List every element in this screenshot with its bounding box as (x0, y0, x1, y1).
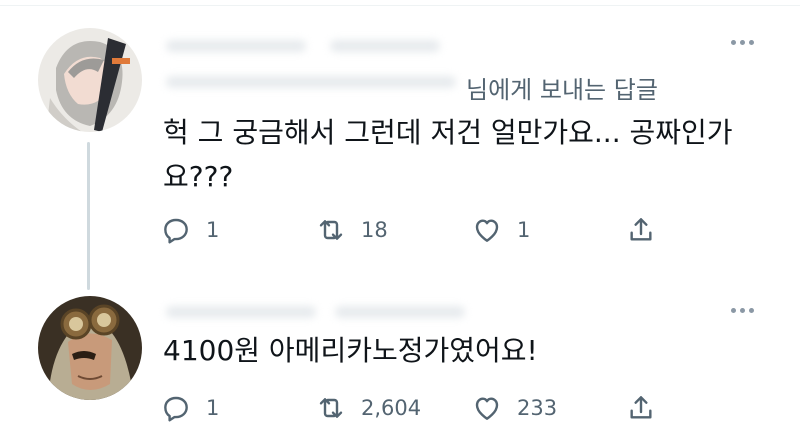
like-count: 233 (517, 396, 558, 420)
blurred-username (166, 306, 316, 318)
like-button[interactable]: 233 (471, 392, 557, 424)
reply-count: 1 (206, 396, 220, 420)
tweet-text: 4100원 아메리카노정가였어요! (163, 334, 538, 367)
more-icon[interactable] (731, 40, 754, 45)
top-divider (0, 5, 800, 6)
thread-line (87, 142, 90, 290)
blurred-username (166, 40, 306, 52)
avatar-image (38, 296, 142, 400)
avatar[interactable] (38, 28, 142, 132)
heart-icon (475, 219, 499, 242)
reply-icon (164, 396, 188, 422)
reply-icon (164, 218, 188, 244)
like-count: 1 (517, 218, 531, 242)
share-button[interactable] (625, 392, 657, 424)
blurred-handle (330, 40, 440, 52)
tweet-actions: 1 18 1 (160, 214, 760, 250)
avatar[interactable] (38, 296, 142, 400)
retweet-button[interactable]: 18 (315, 214, 388, 246)
retweet-count: 18 (361, 218, 388, 242)
retweet-icon (319, 398, 343, 418)
avatar-image (38, 28, 142, 132)
like-button[interactable]: 1 (471, 214, 530, 246)
retweet-icon (319, 220, 343, 240)
share-button[interactable] (625, 214, 657, 246)
reply-count: 1 (206, 218, 220, 242)
share-icon (630, 396, 652, 419)
tweet-text: 헉 그 궁금해서 그런데 저건 얼만가요... 공짜인가요??? (163, 116, 733, 193)
share-icon (630, 218, 652, 241)
more-icon[interactable] (731, 308, 754, 313)
blurred-reply-target (166, 76, 456, 88)
tweet-actions: 1 2,604 233 (160, 392, 760, 428)
reply-button[interactable]: 1 (160, 392, 219, 424)
retweet-count: 2,604 (361, 396, 422, 420)
reply-button[interactable]: 1 (160, 214, 219, 246)
replying-to-text: 님에게 보내는 답글 (466, 76, 658, 104)
heart-icon (475, 397, 499, 420)
blurred-handle (335, 306, 465, 318)
retweet-button[interactable]: 2,604 (315, 392, 421, 424)
